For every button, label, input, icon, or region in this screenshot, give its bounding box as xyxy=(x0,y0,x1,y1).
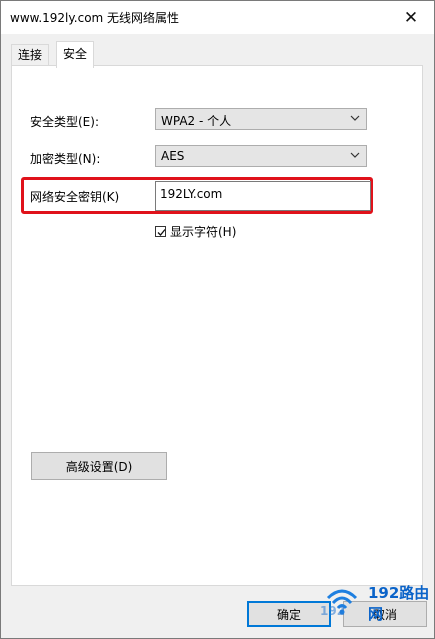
encryption-type-label: 加密类型(N): xyxy=(30,152,101,166)
advanced-settings-button[interactable]: 高级设置(D) xyxy=(31,452,167,480)
show-characters-option[interactable]: 显示字符(H) xyxy=(155,223,236,240)
show-characters-label: 显示字符(H) xyxy=(170,225,237,239)
ok-button[interactable]: 确定 xyxy=(247,601,331,627)
security-panel: 安全类型(E): WPA2 - 个人 加密类型(N): AES 网络安全密钥(K… xyxy=(11,65,423,586)
tab-strip: 连接 安全 xyxy=(11,41,421,68)
wireless-properties-dialog: www.192ly.com 无线网络属性 ✕ 连接 安全 安全类型(E): WP… xyxy=(0,0,435,639)
chevron-down-icon xyxy=(350,115,360,121)
security-type-value: WPA2 - 个人 xyxy=(161,114,232,128)
encryption-type-select[interactable]: AES xyxy=(155,145,367,167)
tab-connection[interactable]: 连接 xyxy=(11,44,50,67)
tab-security[interactable]: 安全 xyxy=(56,41,95,68)
show-characters-checkbox[interactable] xyxy=(155,226,166,237)
window-title: www.192ly.com 无线网络属性 xyxy=(10,11,180,25)
checkmark-icon xyxy=(157,229,166,236)
chevron-down-icon xyxy=(350,152,360,158)
network-key-input[interactable]: 192LY.com xyxy=(155,181,371,211)
title-bar: www.192ly.com 无线网络属性 ✕ xyxy=(1,1,434,34)
security-type-select[interactable]: WPA2 - 个人 xyxy=(155,108,367,130)
close-icon: ✕ xyxy=(403,7,419,28)
encryption-type-value: AES xyxy=(161,149,185,163)
close-button[interactable]: ✕ xyxy=(388,1,434,34)
network-key-label: 网络安全密钥(K) xyxy=(30,190,120,204)
security-type-label: 安全类型(E): xyxy=(30,115,99,129)
cancel-button[interactable]: 取消 xyxy=(343,601,427,627)
